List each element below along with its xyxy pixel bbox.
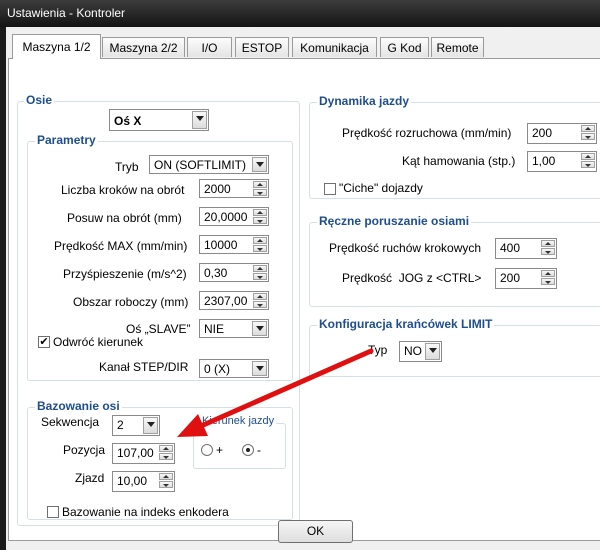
tab-komunikacja[interactable]: Komunikacja — [292, 37, 377, 57]
window-title: Ustawienia - Kontroler — [7, 6, 126, 20]
dialog-body: Maszyna 1/2 Maszyna 2/2 I/O ESTOP Komuni… — [6, 27, 600, 550]
tab-remote[interactable]: Remote — [431, 37, 484, 57]
window-titlebar: Ustawienia - Kontroler — [0, 0, 600, 27]
tab-g-kod[interactable]: G Kod — [380, 37, 429, 57]
tab-io[interactable]: I/O — [187, 37, 232, 57]
tab-maszyna-2[interactable]: Maszyna 2/2 — [102, 37, 185, 57]
ok-button[interactable]: OK — [278, 520, 353, 543]
tab-estop[interactable]: ESTOP — [235, 37, 289, 57]
annotation-arrow-icon — [177, 348, 374, 437]
tab-maszyna-1[interactable]: Maszyna 1/2 — [12, 34, 101, 59]
tab-page: Osie Oś X Parametry Tryb ON (SOFTLIMIT) … — [8, 58, 600, 541]
